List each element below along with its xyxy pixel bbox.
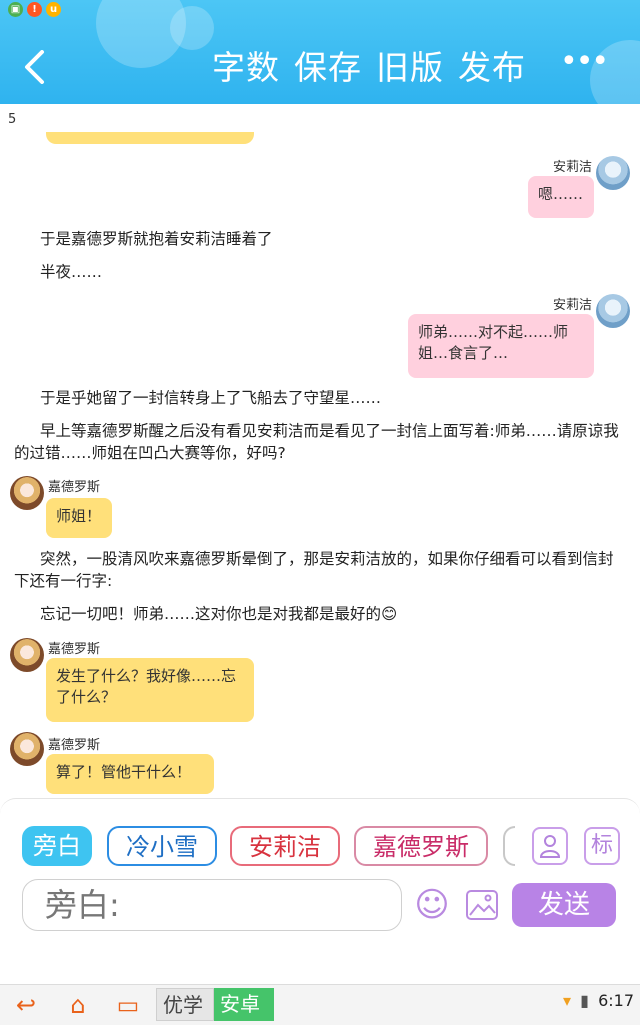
u-app-icon: u bbox=[46, 2, 61, 17]
narration-text: 于是嘉德罗斯就抱着安莉洁睡着了 bbox=[40, 230, 273, 248]
narration-text: 早上等嘉德罗斯醒之后没有看见安莉洁而是看见了一封信上面写着:师弟……请原谅我的过… bbox=[14, 422, 619, 462]
message-bubble[interactable]: 师弟……对不起……师姐…食言了… bbox=[408, 314, 594, 378]
message-bubble[interactable]: 嗯…… bbox=[528, 176, 594, 218]
old-version-button[interactable]: 旧版 bbox=[376, 44, 444, 92]
message-bubble[interactable]: 算了！管他干什么！ bbox=[46, 754, 214, 794]
publish-button[interactable]: 发布 bbox=[458, 44, 526, 92]
avatar[interactable] bbox=[596, 294, 630, 328]
avatar[interactable] bbox=[10, 638, 44, 672]
person-icon[interactable] bbox=[532, 827, 568, 865]
back-arrow-icon[interactable] bbox=[14, 44, 54, 90]
emoji-icon[interactable]: ☺ bbox=[412, 885, 452, 925]
avatar[interactable] bbox=[10, 732, 44, 766]
app-header: ▣ ! u 字数 保存 旧版 发布 ••• bbox=[0, 0, 640, 104]
nav-recent-apps-icon[interactable]: ▭ bbox=[108, 989, 148, 1021]
role-chip-an-lijie[interactable]: 安莉洁 bbox=[230, 826, 340, 866]
decor-circle bbox=[170, 6, 214, 50]
page-number: 5 bbox=[8, 112, 17, 127]
speaker-name: 安莉洁 bbox=[552, 160, 592, 175]
wifi-icon: ▾ bbox=[563, 991, 572, 1010]
more-options-icon[interactable]: ••• bbox=[560, 44, 609, 88]
speaker-name: 嘉德罗斯 bbox=[48, 480, 101, 495]
avatar[interactable] bbox=[10, 476, 44, 510]
word-count-button[interactable]: 字数 bbox=[212, 44, 280, 92]
save-button[interactable]: 保存 bbox=[294, 44, 362, 92]
message-input[interactable]: 旁白: bbox=[22, 879, 402, 931]
narration-text: 突然，一股清风吹来嘉德罗斯晕倒了，那是安莉洁放的，如果你仔细看可以看到信封下还有… bbox=[14, 550, 614, 590]
speaker-name: 嘉德罗斯 bbox=[48, 738, 101, 753]
message-bubble[interactable]: 师姐！ bbox=[46, 498, 112, 538]
role-chip-partial[interactable] bbox=[503, 826, 515, 866]
message-bubble[interactable]: 发生了什么？我好像……忘了什么？ bbox=[46, 658, 254, 722]
header-actions: 字数 保存 旧版 发布 bbox=[212, 44, 526, 92]
speaker-name: 嘉德罗斯 bbox=[48, 642, 101, 657]
avatar[interactable] bbox=[596, 156, 630, 190]
system-status: ▾ ▮ 6:17 bbox=[559, 991, 634, 1010]
narration-text: 忘记一切吧！师弟……这对你也是对我都是最好的😊 bbox=[40, 605, 398, 623]
role-chip-jiade-luosi[interactable]: 嘉德罗斯 bbox=[354, 826, 488, 866]
nav-back-icon[interactable]: ↩ bbox=[6, 989, 46, 1021]
clock: 6:17 bbox=[598, 991, 634, 1010]
chat-area[interactable]: 5 安莉洁 嗯…… 于是嘉德罗斯就抱着安莉洁睡着了 半夜…… 安莉洁 师弟……对… bbox=[0, 104, 640, 800]
narration-text: 半夜…… bbox=[40, 263, 103, 281]
tag-icon[interactable]: 标 bbox=[584, 827, 620, 865]
send-button[interactable]: 发送 bbox=[512, 883, 616, 927]
message-bubble-partial bbox=[46, 132, 254, 144]
system-nav-bar: ↩ ⌂ ▭ 优学 安卓 ▾ ▮ 6:17 bbox=[0, 984, 640, 1025]
gallery-app-icon: ▣ bbox=[8, 2, 23, 17]
image-icon[interactable] bbox=[462, 885, 502, 925]
speaker-name: 安莉洁 bbox=[552, 298, 592, 313]
alert-icon: ! bbox=[27, 2, 42, 17]
nav-home-icon[interactable]: ⌂ bbox=[58, 989, 98, 1021]
taskbar-app-anzhuo[interactable]: 安卓 bbox=[214, 988, 274, 1021]
status-bar-icons: ▣ ! u bbox=[8, 2, 61, 17]
composer-panel: 旁白 冷小雪 安莉洁 嘉德罗斯 标 旁白: ☺ 发送 bbox=[0, 798, 640, 985]
battery-icon: ▮ bbox=[580, 991, 589, 1010]
role-chip-leng-xiaoxue[interactable]: 冷小雪 bbox=[107, 826, 217, 866]
narration-text: 于是乎她留了一封信转身上了飞船去了守望星…… bbox=[40, 389, 382, 407]
taskbar-app-youxue[interactable]: 优学 bbox=[156, 988, 214, 1021]
role-chip-narrator[interactable]: 旁白 bbox=[22, 826, 92, 866]
